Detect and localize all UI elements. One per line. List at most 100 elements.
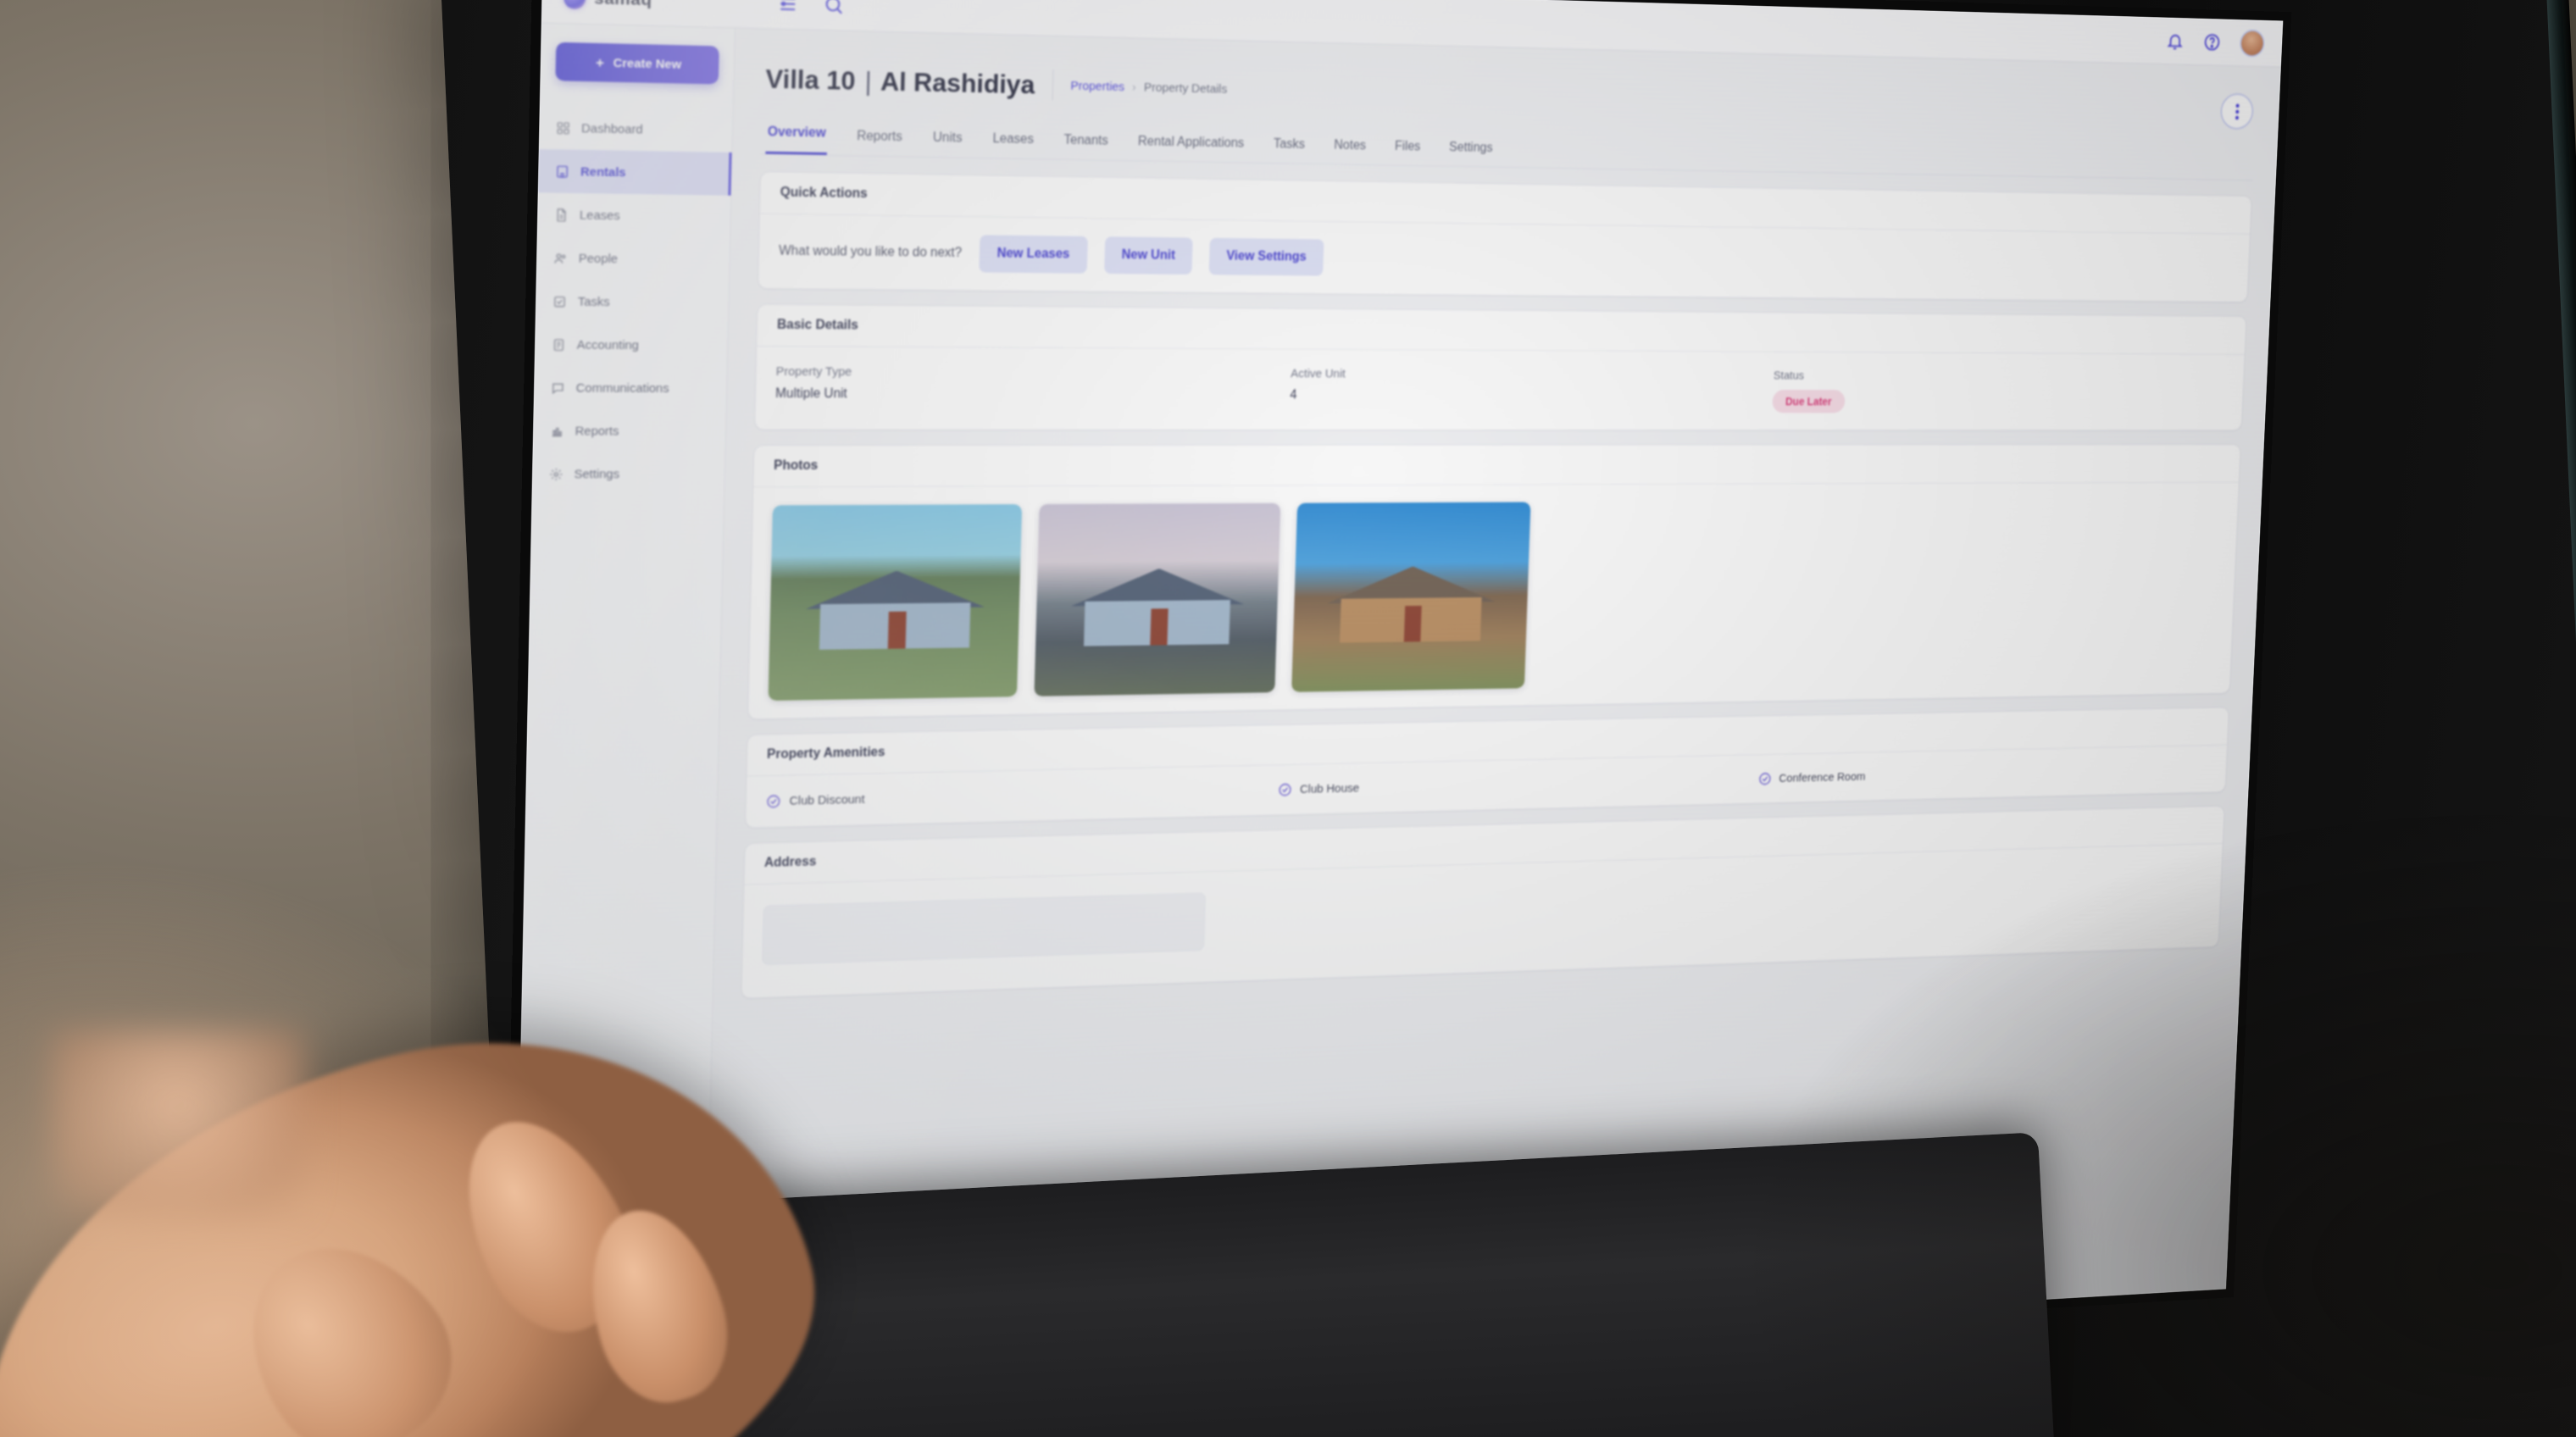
door-shape <box>1149 608 1169 646</box>
sidebar-item-people[interactable]: People <box>536 236 730 281</box>
detail-value: Multiple Unit <box>774 386 847 402</box>
door-shape <box>1403 605 1422 642</box>
photo-scene: samaq <box>0 0 2576 1437</box>
amenity-label: Club House <box>1299 781 1360 796</box>
check-circle-icon <box>766 794 782 810</box>
app-logo[interactable]: samaq <box>564 0 756 14</box>
header-divider <box>1052 69 1054 101</box>
detail-value: 4 <box>1290 388 1297 402</box>
property-photo[interactable] <box>1291 502 1531 692</box>
logo-text: samaq <box>594 0 652 10</box>
sidebar-item-label: Leases <box>579 208 620 223</box>
tab-tasks[interactable]: Tasks <box>1271 129 1307 163</box>
create-new-label: Create New <box>613 55 682 72</box>
tab-overview[interactable]: Overview <box>765 116 829 155</box>
amenity-label: Conference Room <box>1779 769 1866 785</box>
help-icon[interactable] <box>2203 31 2222 52</box>
screen-bezel-edge <box>2545 0 2576 1241</box>
sidebar-item-tasks[interactable]: Tasks <box>536 280 729 325</box>
sidebar-item-reports[interactable]: Reports <box>533 409 726 452</box>
hand-blur-highlight <box>51 1030 305 1217</box>
tab-files[interactable]: Files <box>1393 131 1423 165</box>
search-icon[interactable] <box>823 0 845 16</box>
sidebar-item-dashboard[interactable]: Dashboard <box>539 106 733 153</box>
detail-status: Status Due Later <box>1772 369 2227 413</box>
quick-actions-card: Quick Actions What would you like to do … <box>757 171 2252 303</box>
amenity-item: Conference Room <box>1758 762 2211 786</box>
list-icon[interactable] <box>777 0 799 14</box>
new-unit-button[interactable]: New Unit <box>1103 236 1193 275</box>
chat-icon <box>551 380 565 395</box>
sidebar-item-label: Rentals <box>580 164 626 180</box>
sidebar-item-label: Dashboard <box>580 120 643 136</box>
tab-rental-applications[interactable]: Rental Applications <box>1136 126 1246 162</box>
address-field-placeholder <box>762 892 1207 966</box>
tab-settings[interactable]: Settings <box>1447 133 1495 167</box>
gear-icon <box>549 467 564 481</box>
detail-active-unit: Active Unit 4 <box>1290 367 1774 413</box>
plus-icon <box>594 56 607 69</box>
sidebar-item-settings[interactable]: Settings <box>532 452 725 496</box>
page-title-main: Villa 10 <box>765 63 856 96</box>
top-bar-right <box>2166 27 2266 57</box>
new-leases-button[interactable]: New Leases <box>979 235 1088 274</box>
sidebar-item-rentals[interactable]: Rentals <box>537 148 732 196</box>
building-icon <box>555 164 569 179</box>
tab-leases[interactable]: Leases <box>991 124 1035 158</box>
kebab-menu-button[interactable] <box>2219 92 2255 130</box>
chevron-right-icon: › <box>1132 80 1136 94</box>
amenity-item: Club Discount <box>766 783 1279 810</box>
detail-label: Property Type <box>775 364 852 380</box>
create-new-button[interactable]: Create New <box>555 42 719 85</box>
house-illustration <box>805 570 986 650</box>
sidebar-item-label: Accounting <box>576 337 640 352</box>
property-photo[interactable] <box>1034 502 1281 696</box>
kebab-dot <box>2235 103 2240 108</box>
tab-units[interactable]: Units <box>930 123 963 158</box>
amenity-item: Club House <box>1278 772 1759 797</box>
breadcrumb-current: Property Details <box>1143 80 1228 97</box>
photos-card: Photos <box>747 444 2241 720</box>
accounting-icon <box>552 337 566 352</box>
tab-tenants[interactable]: Tenants <box>1062 125 1110 160</box>
quick-actions-prompt: What would you like to do next? <box>778 243 963 260</box>
bell-icon[interactable] <box>2166 31 2185 51</box>
top-bar-icons <box>777 0 845 16</box>
sidebar-item-leases[interactable]: Leases <box>537 192 731 238</box>
detail-label: Status <box>1773 369 1805 383</box>
tab-notes[interactable]: Notes <box>1332 130 1368 164</box>
sidebar-item-label: Tasks <box>577 294 610 309</box>
chart-icon <box>550 424 564 438</box>
house-illustration <box>1069 568 1245 646</box>
document-icon <box>554 208 569 222</box>
sidebar-item-label: Settings <box>574 466 620 481</box>
kebab-dot <box>2235 109 2239 114</box>
sidebar-item-accounting[interactable]: Accounting <box>535 323 728 367</box>
photos-heading: Photos <box>753 444 2240 488</box>
basic-details-body: Property Type Multiple Unit Active Unit … <box>755 347 2245 430</box>
breadcrumb-parent[interactable]: Properties <box>1070 79 1124 94</box>
status-badge: Due Later <box>1772 390 1846 413</box>
check-circle-icon <box>1278 782 1293 797</box>
sidebar-item-communications[interactable]: Communications <box>534 366 727 409</box>
tab-reports[interactable]: Reports <box>855 121 904 157</box>
breadcrumb: Properties › Property Details <box>1070 79 1227 96</box>
photos-body <box>748 483 2239 719</box>
property-photo[interactable] <box>768 504 1023 701</box>
sidebar-item-label: People <box>578 251 619 266</box>
kebab-dot <box>2235 115 2239 119</box>
detail-label: Active Unit <box>1290 367 1346 381</box>
logo-mark-icon <box>564 0 586 9</box>
dashboard-icon <box>556 120 570 135</box>
tasks-icon <box>552 294 567 308</box>
people-icon <box>553 251 568 265</box>
amenity-label: Club Discount <box>789 792 865 808</box>
house-illustration <box>1326 566 1496 643</box>
view-settings-button[interactable]: View Settings <box>1208 237 1324 276</box>
user-avatar[interactable] <box>2239 29 2266 57</box>
page-title: Villa 10 | Al Rashidiya <box>765 64 1035 100</box>
check-circle-icon <box>1758 772 1773 786</box>
page-title-sub: Al Rashidiya <box>880 65 1035 99</box>
basic-details-card: Basic Details Property Type Multiple Uni… <box>753 303 2247 431</box>
address-card: Address <box>741 805 2225 999</box>
